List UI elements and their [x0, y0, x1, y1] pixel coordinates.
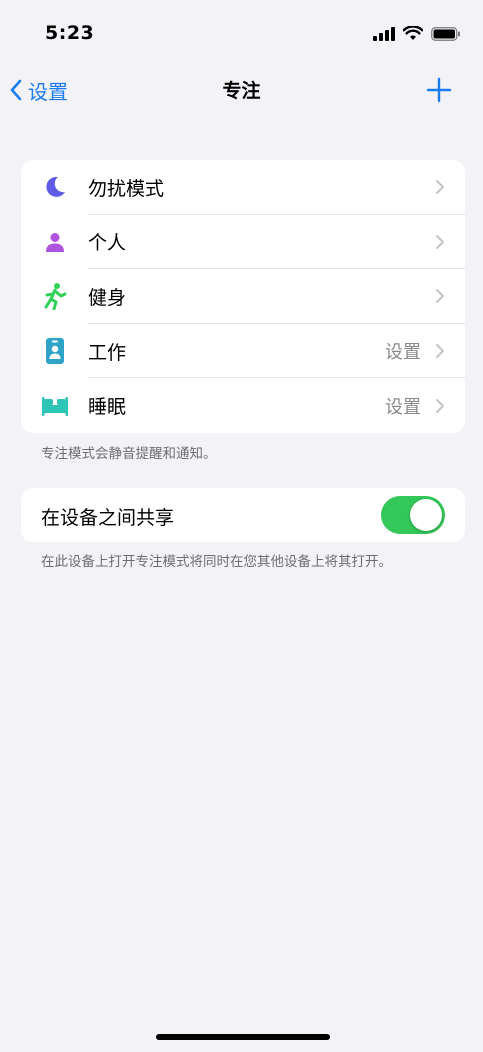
plus-icon [426, 77, 452, 103]
share-across-devices-row: 在设备之间共享 [21, 488, 465, 542]
chevron-right-icon [436, 344, 444, 359]
row-label: 勿扰模式 [88, 177, 165, 200]
focus-footnote: 专注模式会静音提醒和通知。 [41, 446, 217, 462]
home-indicator[interactable] [156, 1034, 330, 1040]
id-badge-icon [41, 337, 69, 365]
chevron-right-icon [436, 234, 444, 249]
add-focus-button[interactable] [425, 76, 453, 104]
row-value: 设置 [385, 396, 421, 418]
chevron-right-icon [436, 289, 444, 304]
row-label: 个人 [88, 232, 127, 255]
row-value: 设置 [385, 342, 421, 364]
person-icon [41, 228, 69, 256]
chevron-right-icon [436, 398, 444, 413]
running-icon [41, 282, 69, 311]
row-label: 睡眠 [88, 396, 127, 419]
status-time: 5:23 [45, 22, 95, 44]
navigation-bar: 设置 专注 [0, 64, 483, 116]
focus-modes-list: 勿扰模式 个人 健身 工作 设置 睡眠 设置 [21, 160, 465, 433]
page-title: 专注 [222, 80, 261, 102]
share-footnote: 在此设备上打开专注模式将同时在您其他设备上将其打开。 [41, 554, 392, 570]
battery-icon [431, 26, 460, 41]
row-label: 健身 [88, 286, 127, 309]
focus-row-fitness[interactable]: 健身 [21, 269, 465, 324]
status-bar: 5:23 [0, 0, 483, 64]
chevron-right-icon [436, 180, 444, 195]
focus-row-do-not-disturb[interactable]: 勿扰模式 [21, 160, 465, 215]
row-label: 工作 [88, 341, 127, 364]
wifi-icon [403, 26, 423, 40]
focus-row-personal[interactable]: 个人 [21, 215, 465, 270]
bed-icon [41, 392, 69, 420]
share-label: 在设备之间共享 [41, 507, 175, 529]
focus-row-work[interactable]: 工作 设置 [21, 324, 465, 379]
focus-row-sleep[interactable]: 睡眠 设置 [21, 378, 465, 433]
status-icons [373, 26, 461, 41]
share-toggle[interactable] [381, 496, 445, 534]
moon-icon [41, 173, 69, 201]
toggle-knob [410, 499, 442, 531]
cellular-signal-icon [373, 26, 395, 41]
